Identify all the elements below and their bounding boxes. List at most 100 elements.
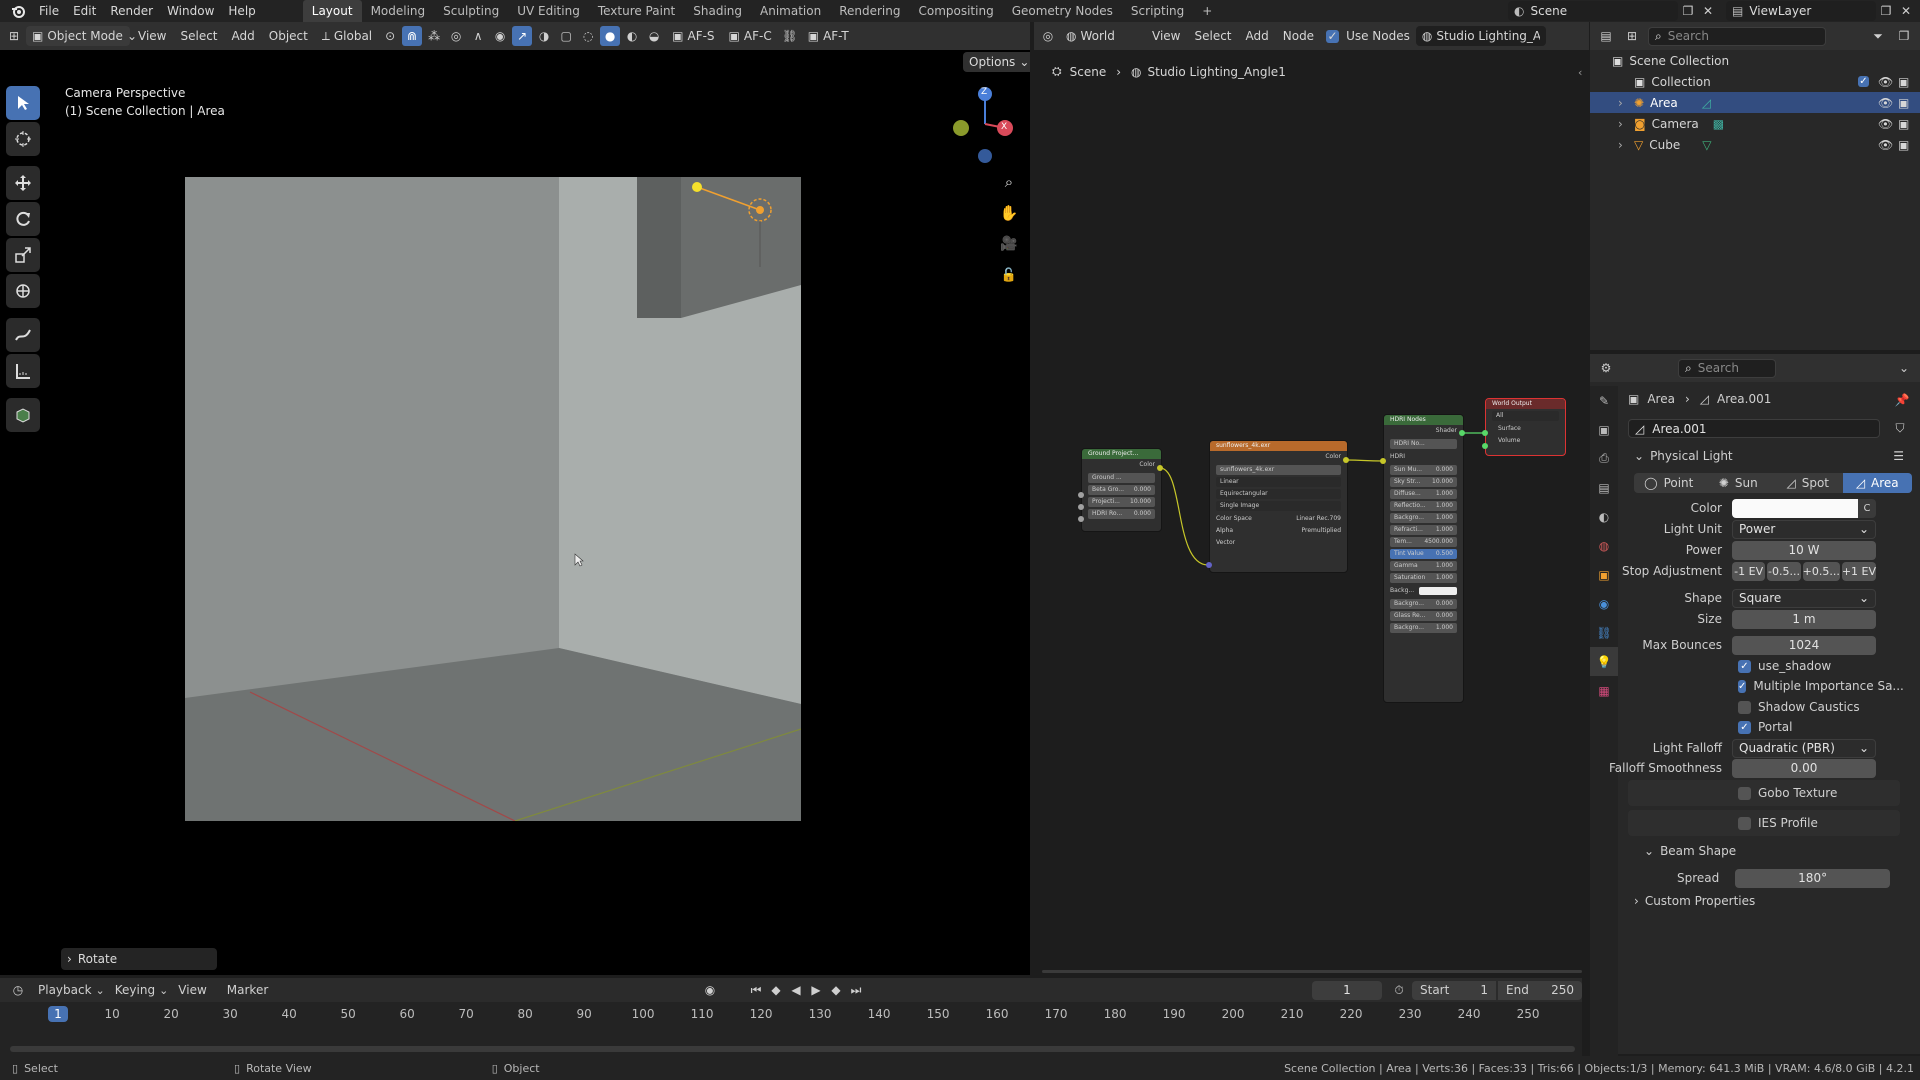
use-nodes-toggle[interactable]: ✓ Use Nodes [1322,29,1414,43]
outliner-item-area[interactable]: › ✺ Area ◿ 👁 ▣ [1590,92,1920,113]
options-button[interactable]: Options ⌄ [963,52,1030,72]
portal-checkbox[interactable]: ✓ [1738,720,1751,734]
socket[interactable] [1078,516,1084,522]
pan-hand-icon[interactable]: ✋ [999,203,1019,223]
node-menu-view[interactable]: View [1146,29,1186,43]
use-shadow-row[interactable]: ✓ use_shadow [1590,656,1890,676]
mis-checkbox[interactable]: ✓ [1738,679,1747,693]
socket[interactable] [1482,443,1488,449]
workspace-tab-compositing[interactable]: Compositing [909,0,1002,22]
menu-window[interactable]: Window [160,0,221,22]
display-mode-icon[interactable]: ⊞ [1622,26,1642,46]
new-view-layer-icon[interactable]: ❐ [1876,1,1896,21]
ground-projection-node[interactable]: Ground Project... Color Ground ... Beta … [1081,448,1162,532]
node-menu-node[interactable]: Node [1277,29,1320,43]
world-output-node[interactable]: World Output All Surface Volume [1485,398,1566,456]
falloff-smoothness-field[interactable]: 0.00 [1732,758,1876,778]
timeline-menu-marker[interactable]: Marker [217,983,278,997]
overlay-icon[interactable]: ◑ [534,26,554,46]
world-selector[interactable]: ◍ World [1060,26,1144,46]
lock-icon[interactable]: 🔓 [999,265,1019,285]
max-bounces-field[interactable]: 1024 [1732,635,1876,655]
camera-frame[interactable] [185,177,801,821]
chevron-down-icon[interactable]: ⌄ [1894,358,1914,378]
solid-shading-icon[interactable]: ● [600,26,621,46]
light-type-area[interactable]: ◿ Area [1842,473,1912,493]
image-file-field[interactable]: sunflowers_4k.exr [1216,465,1341,475]
hdri-row[interactable]: Backgro... 0.000 [1390,599,1457,609]
ground-row-projection[interactable]: Projecti... 10.000 [1088,497,1155,507]
hdri-row[interactable]: Sky Str... 10.000 [1390,477,1457,487]
size-field[interactable]: 1 m [1732,609,1876,629]
menu-edit[interactable]: Edit [66,0,103,22]
ground-group-field[interactable]: Ground ... [1088,473,1155,483]
outliner-item-camera[interactable]: › ◙ Camera ▩ 👁 ▣ [1590,113,1920,134]
shape-dropdown[interactable]: Square ⌄ [1732,588,1876,608]
visibility-icon[interactable]: ◉ [490,26,510,46]
link-icon[interactable]: ⛓ [780,26,800,46]
color-picker-icon[interactable]: C [1858,498,1876,518]
shadow-caustics-checkbox[interactable] [1738,700,1751,714]
current-frame-field[interactable]: 1 [1312,980,1382,1000]
image-projection-dropdown[interactable]: Equirectangular [1216,489,1341,499]
beam-shape-subpanel-header[interactable]: ⌄ Beam Shape [1644,844,1736,858]
camera-render-icon[interactable]: ▣ [1898,117,1909,131]
rendered-shading-icon[interactable]: ◒ [644,26,664,46]
workspace-tab-animation[interactable]: Animation [751,0,830,22]
physical-light-panel-header[interactable]: ⌄ Physical Light ☰ [1634,446,1912,466]
socket[interactable] [1343,457,1349,463]
snap-target-icon[interactable]: ⁂ [424,26,444,46]
hdri-nodes-group[interactable]: HDRI Nodes Shader HDRI No... HDRI Sun Mu… [1383,414,1464,703]
af-t-button[interactable]: ▣ AF-T [802,26,855,46]
ies-profile-checkbox[interactable] [1738,816,1751,830]
color-swatch[interactable] [1732,498,1858,518]
camera-data-icon[interactable]: ▩ [1713,117,1724,131]
new-scene-icon[interactable]: ❐ [1678,1,1698,21]
pin-icon[interactable]: 📌 [1892,390,1912,410]
world-output-header[interactable]: World Output [1486,399,1565,409]
light-falloff-dropdown[interactable]: Quadratic (PBR) ⌄ [1732,738,1876,758]
workspace-tab-sculpting[interactable]: Sculpting [434,0,508,22]
cursor-tool-icon[interactable] [6,122,40,156]
breadcrumb-object[interactable]: Area [1647,392,1675,406]
workspace-tab-shading[interactable]: Shading [684,0,751,22]
socket[interactable] [1482,430,1488,436]
hdri-row[interactable]: Saturation 1.000 [1390,573,1457,583]
camera-render-icon[interactable]: ▣ [1898,75,1909,89]
image-source-dropdown[interactable]: Single Image [1216,501,1341,511]
workspace-tab-modeling[interactable]: Modeling [362,0,435,22]
viewport-menu-object[interactable]: Object [263,29,314,43]
node-editor-scrollbar[interactable] [1042,970,1582,973]
light-type-sun[interactable]: ✺ Sun [1704,473,1774,493]
jump-end-icon[interactable]: ⏭ [846,980,866,1000]
light-type-spot[interactable]: ◿ Spot [1773,473,1843,493]
fake-user-icon[interactable]: ⛉ [1890,418,1910,438]
timeline-menu-keying[interactable]: Keying [105,983,159,997]
material-shading-icon[interactable]: ◐ [622,26,642,46]
outliner-item-cube[interactable]: › ▽ Cube ▽ 👁 ▣ [1590,134,1920,155]
outliner-search-input[interactable]: ⌕ Search [1648,26,1826,46]
hdri-background-color-row[interactable]: Backg... [1384,585,1463,597]
chevron-right-icon[interactable]: › [1618,117,1623,131]
gobo-texture-subpanel[interactable]: Gobo Texture [1628,780,1900,806]
eye-icon[interactable]: 👁 [1878,96,1893,110]
image-interpolation-dropdown[interactable]: Linear [1216,477,1341,487]
new-collection-icon[interactable]: ❐ [1894,26,1914,46]
next-keyframe-icon[interactable]: ◆ [826,980,846,1000]
blender-logo-icon[interactable] [8,1,28,21]
measure-tool-icon[interactable] [6,354,40,388]
socket[interactable] [1078,504,1084,510]
xray-icon[interactable]: ▢ [556,26,576,46]
stop-plus-half-button[interactable]: +0.5... [1802,561,1840,581]
menu-help[interactable]: Help [221,0,262,22]
end-frame-field[interactable]: End 250 [1498,980,1582,1000]
collection-include-checkbox[interactable]: ✓ [1858,76,1869,87]
eye-icon[interactable]: 👁 [1878,75,1893,89]
hdri-row[interactable]: Backgro... 1.000 [1390,513,1457,523]
hdri-row[interactable]: Reflectio... 1.000 [1390,501,1457,511]
camera-render-icon[interactable]: ▣ [1898,138,1909,152]
ground-row-hdri-rotation[interactable]: HDRI Ro... 0.000 [1088,509,1155,519]
annotate-tool-icon[interactable] [6,318,40,352]
custom-properties-panel-header[interactable]: › Custom Properties [1634,894,1755,908]
current-frame-indicator[interactable]: 1 [48,1006,68,1022]
